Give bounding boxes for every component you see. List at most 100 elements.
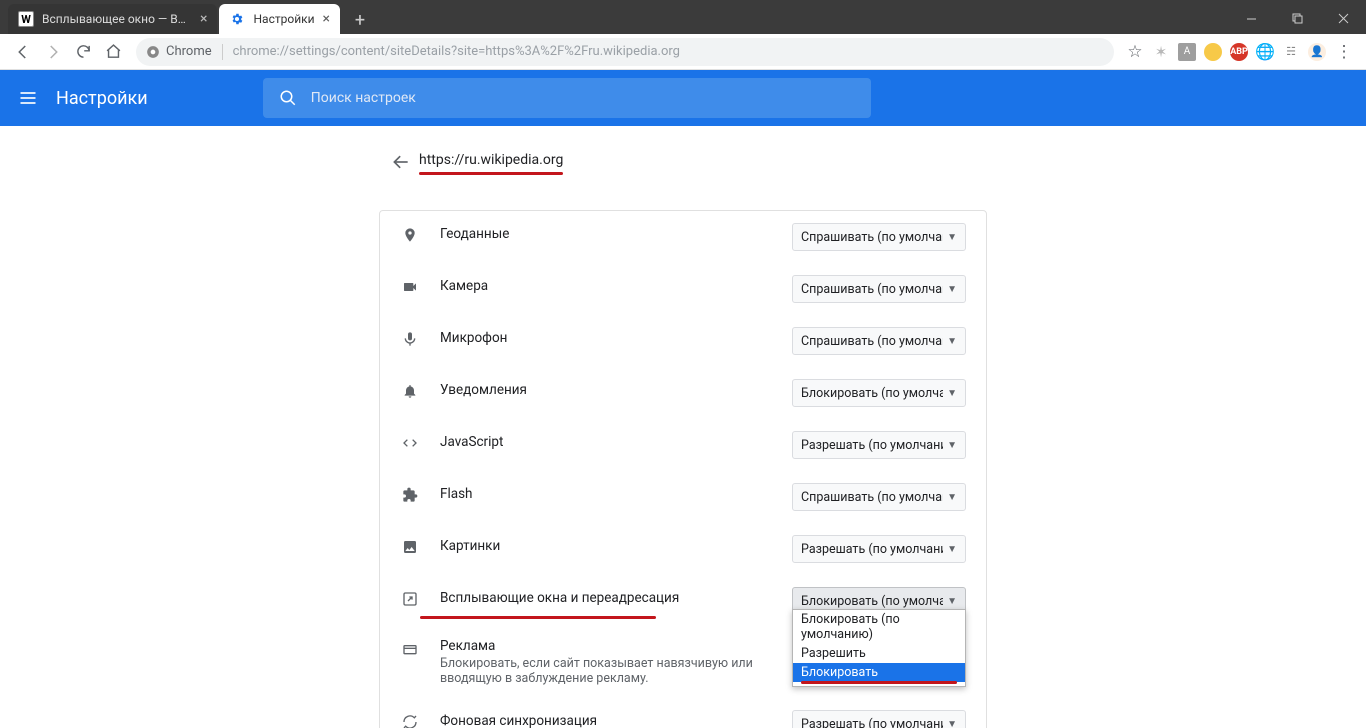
globe-icon[interactable]: 🌐 xyxy=(1256,43,1274,61)
perm-row-camera: Камера Спрашивать (по умолчанию)▼ xyxy=(380,263,986,315)
window-titlebar: W Всплывающее окно — Википед × Настройки… xyxy=(0,0,1366,34)
dropdown-option[interactable]: Блокировать (по умолчанию) xyxy=(793,610,965,644)
bookmark-star-icon[interactable]: ☆ xyxy=(1126,43,1144,61)
perm-select-flash[interactable]: Спрашивать (по умолчанию)▼ xyxy=(792,483,966,511)
sync-icon xyxy=(400,712,420,728)
chrome-chip: Chrome xyxy=(146,44,212,59)
perm-row-bgsync: Фоновая синхронизация Разрешать (по умол… xyxy=(380,698,986,728)
wikipedia-icon: W xyxy=(18,11,34,27)
home-button[interactable] xyxy=(98,37,128,67)
extension-icon[interactable]: ☵ xyxy=(1282,43,1300,61)
chrome-label: Chrome xyxy=(166,44,212,59)
close-icon[interactable]: × xyxy=(200,11,207,27)
perm-row-flash: Flash Спрашивать (по умолчанию)▼ xyxy=(380,471,986,523)
popup-icon xyxy=(400,589,420,609)
camera-icon xyxy=(400,277,420,297)
perm-select-microphone[interactable]: Спрашивать (по умолчанию)▼ xyxy=(792,327,966,355)
site-title-row: https://ru.wikipedia.org xyxy=(379,126,987,186)
perm-label: JavaScript xyxy=(440,434,503,450)
content-area[interactable]: https://ru.wikipedia.org Геоданные Спраш… xyxy=(0,126,1366,728)
perm-row-javascript: JavaScript Разрешать (по умолчанию)▼ xyxy=(380,419,986,471)
perm-label: Камера xyxy=(440,278,488,294)
extension-icon[interactable]: ✶ xyxy=(1152,43,1170,61)
perm-select-location[interactable]: Спрашивать (по умолчанию)▼ xyxy=(792,223,966,251)
caret-down-icon: ▼ xyxy=(947,719,957,728)
perm-label: Реклама xyxy=(440,638,495,654)
dropdown-option[interactable]: Блокировать xyxy=(793,663,965,682)
dropdown-option[interactable]: Разрешить xyxy=(793,644,965,663)
perm-label: Микрофон xyxy=(440,330,507,346)
back-button[interactable] xyxy=(8,37,38,67)
menu-button[interactable] xyxy=(0,88,56,108)
caret-down-icon: ▼ xyxy=(947,336,957,347)
search-box[interactable] xyxy=(263,78,871,118)
perm-select-notifications[interactable]: Блокировать (по умолчанию)▼ xyxy=(792,379,966,407)
settings-header: Настройки xyxy=(0,70,1366,126)
browser-menu-button[interactable]: ⋮ xyxy=(1330,42,1358,62)
search-icon xyxy=(279,89,297,107)
omnibox[interactable]: Chrome chrome://settings/content/siteDet… xyxy=(136,38,1114,66)
bell-icon xyxy=(400,381,420,401)
tab-title: Всплывающее окно — Википед xyxy=(42,12,192,26)
url-text: chrome://settings/content/siteDetails?si… xyxy=(233,44,680,59)
close-icon[interactable]: × xyxy=(323,11,330,27)
settings-gear-icon xyxy=(229,11,245,27)
adblock-icon[interactable]: ABP xyxy=(1230,43,1248,61)
forward-button[interactable] xyxy=(38,37,68,67)
new-tab-button[interactable]: + xyxy=(346,6,374,34)
caret-down-icon: ▼ xyxy=(947,492,957,503)
perm-row-images: Картинки Разрешать (по умолчанию)▼ xyxy=(380,523,986,575)
tab-wikipedia[interactable]: W Всплывающее окно — Википед × xyxy=(8,4,217,34)
caret-down-icon: ▼ xyxy=(947,284,957,295)
perm-row-popups: Всплывающие окна и переадресация Блокиро… xyxy=(380,575,986,623)
image-icon xyxy=(400,537,420,557)
puzzle-icon xyxy=(400,485,420,505)
permissions-card: Геоданные Спрашивать (по умолчанию)▼ Кам… xyxy=(379,210,987,728)
highlight-underline xyxy=(801,681,957,684)
highlight-underline xyxy=(419,172,563,175)
browser-toolbar: Chrome chrome://settings/content/siteDet… xyxy=(0,34,1366,70)
perm-row-microphone: Микрофон Спрашивать (по умолчанию)▼ xyxy=(380,315,986,367)
tab-title: Настройки xyxy=(253,12,314,26)
window-controls xyxy=(1228,2,1366,34)
location-icon xyxy=(400,225,420,245)
extension-icons: ☆ ✶ A ABP 🌐 ☵ 👤 xyxy=(1122,43,1330,61)
perm-label: Картинки xyxy=(440,538,500,554)
minimize-button[interactable] xyxy=(1228,2,1274,34)
profile-avatar[interactable]: 👤 xyxy=(1308,43,1326,61)
extension-icon[interactable] xyxy=(1204,43,1222,61)
back-arrow-button[interactable] xyxy=(383,144,419,180)
page-title: Настройки xyxy=(56,88,148,109)
caret-down-icon: ▼ xyxy=(947,232,957,243)
chrome-icon xyxy=(146,45,160,59)
perm-sublabel: Блокировать, если сайт показывает навязч… xyxy=(440,656,760,686)
caret-down-icon: ▼ xyxy=(947,596,957,607)
perm-select-camera[interactable]: Спрашивать (по умолчанию)▼ xyxy=(792,275,966,303)
perm-select-javascript[interactable]: Разрешать (по умолчанию)▼ xyxy=(792,431,966,459)
code-icon xyxy=(400,433,420,453)
search-input[interactable] xyxy=(311,90,855,106)
perm-label: Геоданные xyxy=(440,226,509,242)
popup-dropdown[interactable]: Блокировать (по умолчанию) Разрешить Бло… xyxy=(792,609,966,687)
reload-button[interactable] xyxy=(68,37,98,67)
perm-select-images[interactable]: Разрешать (по умолчанию)▼ xyxy=(792,535,966,563)
tab-strip: W Всплывающее окно — Википед × Настройки… xyxy=(0,0,1228,34)
caret-down-icon: ▼ xyxy=(947,440,957,451)
ads-icon xyxy=(400,639,420,659)
close-window-button[interactable] xyxy=(1320,2,1366,34)
tab-settings[interactable]: Настройки × xyxy=(219,4,340,34)
separator xyxy=(222,44,223,60)
perm-label: Flash xyxy=(440,486,473,502)
microphone-icon xyxy=(400,329,420,349)
caret-down-icon: ▼ xyxy=(947,388,957,399)
perm-label: Уведомления xyxy=(440,382,527,398)
site-url: https://ru.wikipedia.org xyxy=(419,152,563,172)
maximize-button[interactable] xyxy=(1274,2,1320,34)
pdf-icon[interactable]: A xyxy=(1178,43,1196,61)
perm-row-notifications: Уведомления Блокировать (по умолчанию)▼ xyxy=(380,367,986,419)
caret-down-icon: ▼ xyxy=(947,544,957,555)
perm-label: Всплывающие окна и переадресация xyxy=(440,590,679,606)
perm-label: Фоновая синхронизация xyxy=(440,713,597,728)
perm-select-bgsync[interactable]: Разрешать (по умолчанию)▼ xyxy=(792,710,966,728)
perm-row-location: Геоданные Спрашивать (по умолчанию)▼ xyxy=(380,211,986,263)
